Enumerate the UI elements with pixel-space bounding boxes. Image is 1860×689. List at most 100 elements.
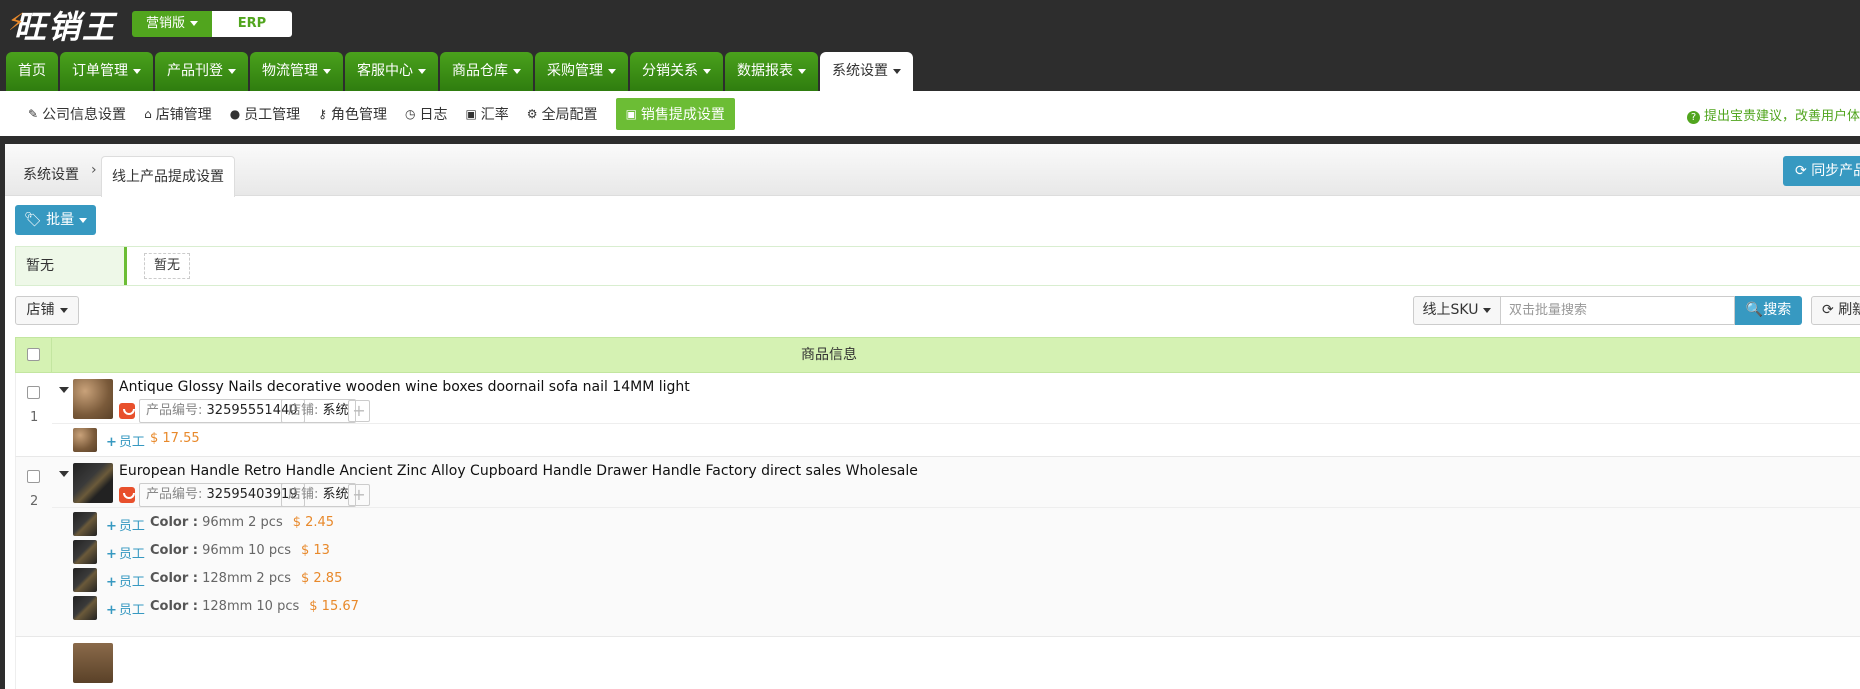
collapse-toggle-icon[interactable] xyxy=(59,471,69,477)
variant-thumbnail xyxy=(73,512,97,536)
collapse-toggle-icon[interactable] xyxy=(59,387,69,393)
caret-down-icon xyxy=(703,68,711,74)
caret-down-icon xyxy=(190,21,198,26)
filter-chip[interactable]: 暂无 xyxy=(144,253,191,279)
variant-row: + 员工 Color : 96mm 2 pcs $ 2.45 xyxy=(16,510,1860,538)
variant-price: $ 15.67 xyxy=(309,599,359,614)
filter-label: 暂无 xyxy=(16,247,127,285)
variant-price: $ 2.45 xyxy=(292,515,335,530)
subnav-company-info[interactable]: ✎ 公司信息设置 xyxy=(28,104,126,124)
nav-tab-service[interactable]: 客服中心 xyxy=(345,52,438,91)
erp-link[interactable]: ERP xyxy=(212,11,292,37)
subnav-shop-management[interactable]: ⌂ 店铺管理 xyxy=(144,104,212,124)
variant-row: + 员工 Color : 128mm 2 pcs $ 2.85 xyxy=(16,566,1860,594)
nav-tab-settings[interactable]: 系统设置 xyxy=(820,52,913,91)
row-index: 1 xyxy=(30,410,39,425)
logo-text: 旺销王 xyxy=(14,8,117,46)
variant-thumbnail xyxy=(73,540,97,564)
product-thumbnail xyxy=(73,379,113,419)
variant-thumbnail xyxy=(73,428,97,452)
home-icon: ⌂ xyxy=(144,106,152,121)
caret-down-icon xyxy=(798,68,806,74)
variant-row: + 员工 Color : 96mm 10 pcs $ 13 xyxy=(16,538,1860,566)
product-title[interactable]: European Handle Retro Handle Ancient Zin… xyxy=(119,463,918,479)
add-shop-button[interactable]: + xyxy=(348,400,370,422)
refresh-button[interactable]: ⟳ 刷新 xyxy=(1811,296,1860,325)
add-staff-button[interactable]: + 员工 xyxy=(106,571,145,590)
shop-field: 店铺: 系统 xyxy=(281,399,356,423)
add-staff-button[interactable]: + 员工 xyxy=(106,515,145,534)
plus-icon: + xyxy=(106,435,117,450)
caret-down-icon xyxy=(228,68,236,74)
subnav-global-config[interactable]: ⚙ 全局配置 xyxy=(527,104,598,124)
variant-attribute: Color : 128mm 2 pcs $ 2.85 xyxy=(150,571,343,586)
app-logo[interactable]: ⚡ 旺销王 xyxy=(8,2,117,48)
suggestion-link[interactable]: ? 提出宝贵建议，改善用户体 xyxy=(1686,105,1860,124)
add-shop-button[interactable]: + xyxy=(348,484,370,506)
divider xyxy=(52,507,1860,508)
variant-row: + 员工 Color : 128mm 10 pcs $ 15.67 xyxy=(16,594,1860,622)
plus-icon: + xyxy=(106,603,117,618)
main-nav: 首页 订单管理 产品刊登 物流管理 客服中心 商品仓库 采购管理 分销关系 数据… xyxy=(6,52,913,91)
plus-icon: + xyxy=(106,519,117,534)
plus-icon: + xyxy=(106,547,117,562)
aliexpress-icon xyxy=(119,487,135,503)
product-thumbnail xyxy=(73,643,113,683)
variant-price: $ 13 xyxy=(301,543,330,558)
nav-tab-home[interactable]: 首页 xyxy=(6,52,58,91)
caret-down-icon xyxy=(1483,307,1492,313)
row-checkbox[interactable] xyxy=(27,470,40,483)
subnav-staff-management[interactable]: ● 员工管理 xyxy=(230,104,300,124)
nav-tab-purchase[interactable]: 采购管理 xyxy=(535,52,628,91)
main-panel: 系统设置 › 线上产品提成设置 ⟳ 同步产品 🏷 批量 暂无 暂无 店铺 线上S… xyxy=(5,144,1860,689)
nav-tab-orders[interactable]: 订单管理 xyxy=(60,52,153,91)
nav-tab-distribution[interactable]: 分销关系 xyxy=(630,52,723,91)
product-thumbnail xyxy=(73,463,113,503)
shop-field: 店铺: 系统 xyxy=(281,483,356,507)
variant-row: + 员工 $ 17.55 xyxy=(16,426,1860,454)
breadcrumb-current-tab[interactable]: 线上产品提成设置 xyxy=(101,156,235,197)
nav-tab-warehouse[interactable]: 商品仓库 xyxy=(440,52,533,91)
search-input[interactable] xyxy=(1501,296,1735,325)
money-icon: ▣ xyxy=(465,106,477,121)
shop-dropdown[interactable]: 店铺 xyxy=(15,296,79,325)
chevron-right-icon: › xyxy=(91,162,97,178)
add-staff-button[interactable]: + 员工 xyxy=(106,431,145,450)
breadcrumb: 系统设置 › 线上产品提成设置 ⟳ 同步产品 xyxy=(5,144,1860,197)
product-number-field: 产品编号: 32595551440 xyxy=(139,399,305,423)
add-staff-button[interactable]: + 员工 xyxy=(106,543,145,562)
filter-row: 暂无 暂无 xyxy=(15,246,1860,286)
row-checkbox[interactable] xyxy=(27,386,40,399)
select-all-checkbox[interactable] xyxy=(27,348,40,361)
sync-products-button[interactable]: ⟳ 同步产品 xyxy=(1783,156,1860,186)
product-number-field: 产品编号: 32595403919 xyxy=(139,483,305,507)
caret-down-icon xyxy=(59,307,68,313)
add-staff-button[interactable]: + 员工 xyxy=(106,599,145,618)
edition-switcher[interactable]: 营销版 ERP xyxy=(132,11,292,37)
batch-button[interactable]: 🏷 批量 xyxy=(15,205,96,235)
top-bar: ⚡ 旺销王 营销版 ERP xyxy=(0,0,1860,52)
aliexpress-icon xyxy=(119,403,135,419)
variant-price: $ 17.55 xyxy=(150,431,200,446)
breadcrumb-root[interactable]: 系统设置 xyxy=(23,164,79,184)
subnav-log[interactable]: ◷ 日志 xyxy=(405,104,447,124)
nav-tab-listing[interactable]: 产品刊登 xyxy=(155,52,248,91)
search-button[interactable]: 🔍搜索 xyxy=(1735,296,1802,325)
key-icon: ⚷ xyxy=(318,106,327,121)
subnav-sales-commission[interactable]: ▣ 销售提成设置 xyxy=(615,97,735,130)
question-icon: ? xyxy=(1686,111,1700,124)
nav-tab-logistics[interactable]: 物流管理 xyxy=(250,52,343,91)
gear-icon: ⚙ xyxy=(526,106,538,121)
caret-down-icon xyxy=(133,68,141,74)
caret-down-icon xyxy=(513,68,521,74)
variant-attribute: Color : 128mm 10 pcs $ 15.67 xyxy=(150,599,359,614)
edition-dropdown[interactable]: 营销版 xyxy=(132,11,212,37)
sku-type-select[interactable]: 线上SKU xyxy=(1413,296,1501,325)
caret-down-icon xyxy=(418,68,426,74)
subnav-exchange-rate[interactable]: ▣ 汇率 xyxy=(465,104,508,124)
edit-icon: ✎ xyxy=(28,106,39,121)
nav-tab-reports[interactable]: 数据报表 xyxy=(725,52,818,91)
subnav-role-management[interactable]: ⚷ 角色管理 xyxy=(318,104,387,124)
column-product-info: 商品信息 xyxy=(801,347,857,363)
product-title[interactable]: Antique Glossy Nails decorative wooden w… xyxy=(119,379,690,395)
